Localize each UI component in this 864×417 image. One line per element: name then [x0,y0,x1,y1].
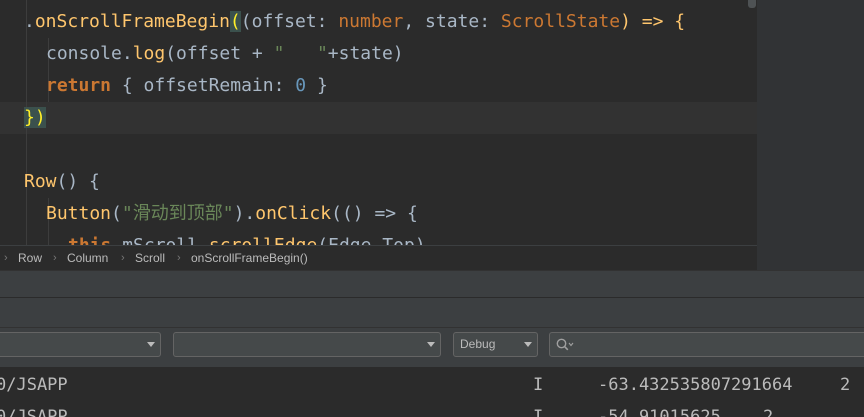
chevron-right-icon: › [121,252,125,264]
code-line: return { offsetRemain: 0 } [46,70,328,102]
code-token: this [68,235,111,245]
code-token: }) [24,107,46,128]
code-line: this.mScroll.scrollEdge(Edge.Top) [68,230,426,245]
log-message: -54.91015625 [598,407,721,417]
chevron-down-icon [524,342,532,347]
breadcrumb-item-method[interactable]: onScrollFrameBegin() [191,246,308,271]
log-level: I [533,375,544,395]
log-tag: 0/JSAPP [0,375,68,395]
code-line: console.log(offset + " "+state) [46,38,404,70]
chevron-down-icon [147,342,155,347]
device-select[interactable] [0,332,161,357]
code-token: number [338,11,404,32]
code-token: onScrollFrameBegin [34,11,230,32]
editor-scrollbar-thumb[interactable] [748,0,756,8]
log-row: 0/JSAPP I -54.91015625 2 [0,401,864,417]
code-token: scrollEdge [209,235,317,245]
current-line-highlight [0,102,757,134]
code-line: .onScrollFrameBegin((offset: number, sta… [24,6,685,38]
code-token: ( [229,11,241,32]
code-token: +state) [327,43,404,64]
log-output[interactable]: 0/JSAPP I -63.432535807291664 2 0/JSAPP … [0,367,864,417]
code-token: 0 [295,75,307,96]
log-message: -63.432535807291664 [598,375,793,395]
code-token: ( [111,203,122,224]
breadcrumb-item-row[interactable]: Row [18,246,42,271]
chevron-down-icon [427,342,435,347]
breadcrumb-item-column[interactable]: Column [67,246,108,271]
code-token: () { [56,171,100,192]
breadcrumb-item-scroll[interactable]: Scroll [135,246,165,271]
process-select[interactable] [173,332,441,357]
code-editor[interactable]: .onScrollFrameBegin((offset: number, sta… [0,0,757,245]
chevron-right-icon: › [4,252,8,264]
code-line: Row() { [24,166,100,198]
code-token: .mScroll. [111,235,209,245]
code-token: . [24,11,35,32]
code-token: (() => { [331,203,418,224]
code-token: (Edge.Top) [317,235,425,245]
code-token: { offsetRemain: [111,75,296,96]
log-row: 0/JSAPP I -63.432535807291664 2 [0,369,864,401]
log-level-select[interactable]: Debug [453,332,538,357]
code-token: Button [46,203,112,224]
code-token: log [132,43,166,64]
log-level: I [533,407,544,417]
chevron-right-icon: › [53,252,57,264]
log-extra: 2 [840,375,851,395]
log-level-value: Debug [460,337,496,351]
log-tag: 0/JSAPP [0,407,68,417]
code-token: } [306,75,328,96]
code-token: (offset: [240,11,339,32]
code-token: , state: [403,11,501,32]
code-token: console [46,43,122,64]
log-extra: 2 [763,407,774,417]
code-line: }) [24,102,46,134]
log-search-box[interactable] [549,332,864,357]
chevron-right-icon: › [177,252,181,264]
code-token: return [46,75,112,96]
log-search-input[interactable] [578,335,858,354]
code-token: (offset + [165,43,274,64]
code-token: "滑动到顶部" [121,203,234,224]
code-token: ) => { [620,11,686,32]
code-token: ScrollState [500,11,621,32]
breadcrumb: › Row › Column › Scroll › onScrollFrameB… [0,245,757,271]
code-token: onClick [255,203,332,224]
code-token: ). [233,203,256,224]
code-token: " " [273,43,328,64]
code-token: . [121,43,133,64]
code-token: Row [24,171,57,192]
code-line: Button("滑动到顶部").onClick(() => { [46,198,418,230]
search-icon [556,338,574,351]
editor-right-gutter [757,0,864,270]
tool-window-header [0,270,864,298]
tool-window-tabs-bar [0,297,864,328]
